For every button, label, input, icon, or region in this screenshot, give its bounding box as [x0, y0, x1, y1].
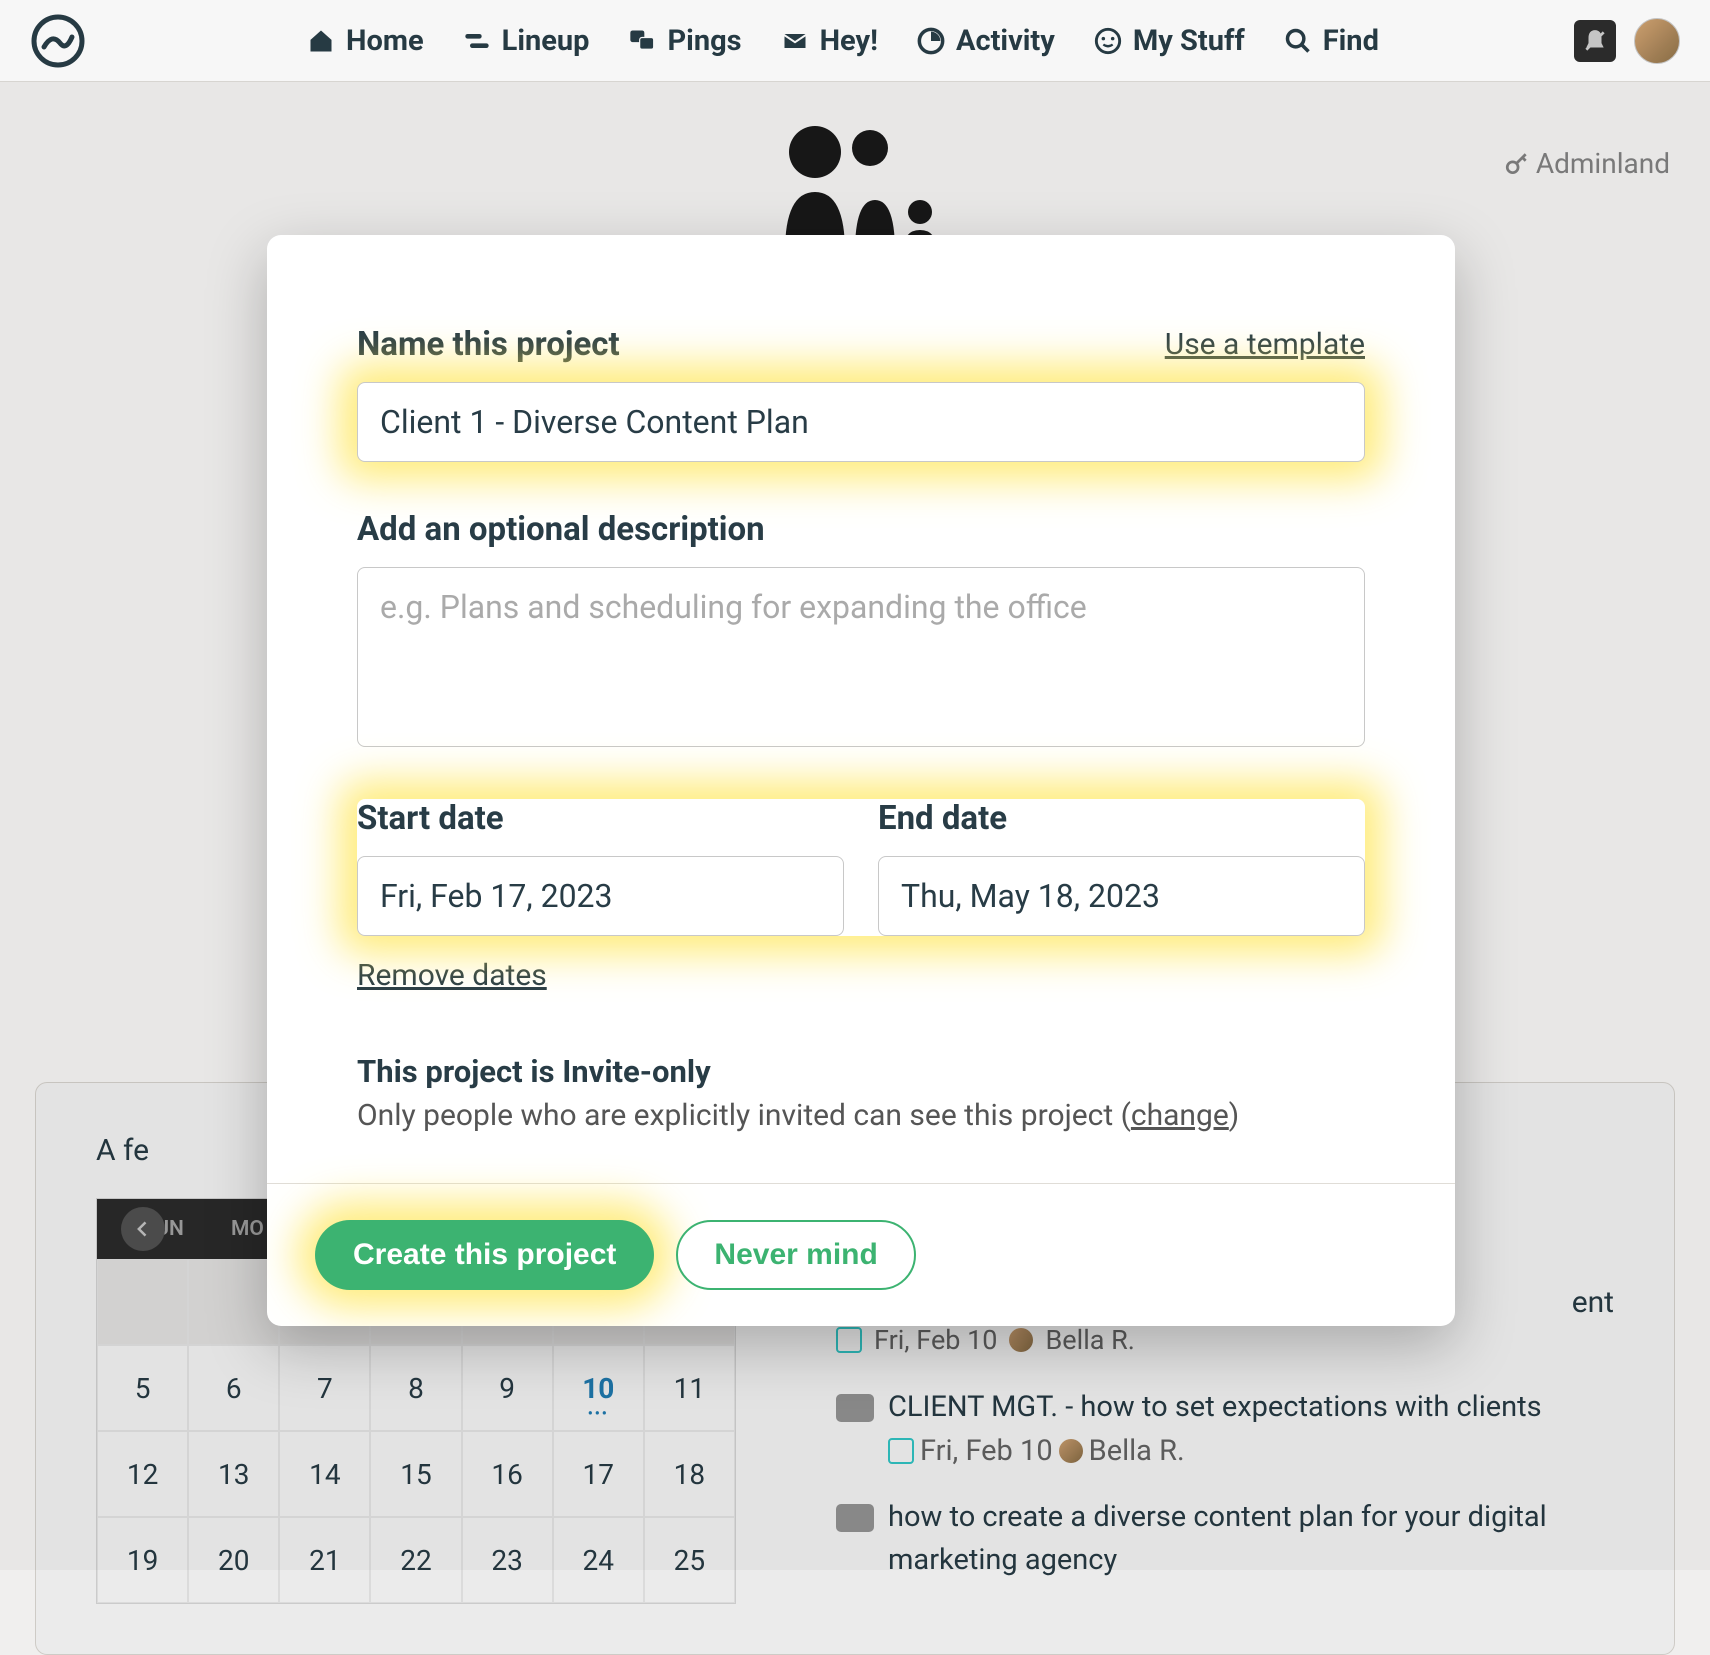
end-date-label: End date [878, 799, 1365, 838]
start-date-label: Start date [357, 799, 844, 838]
end-date-col: End date [878, 799, 1365, 936]
project-name-input[interactable] [357, 382, 1365, 462]
start-date-input[interactable] [357, 856, 844, 936]
remove-dates-link[interactable]: Remove dates [357, 958, 547, 993]
invite-subtitle: Only people who are explicitly invited c… [357, 1098, 1365, 1133]
form-group-dates: Start date End date Remove dates [357, 799, 1365, 993]
name-label: Name this project [357, 325, 620, 364]
description-label: Add an optional description [357, 510, 1365, 549]
change-visibility-link[interactable]: change [1131, 1098, 1229, 1133]
project-description-input[interactable] [357, 567, 1365, 747]
end-date-input[interactable] [878, 856, 1365, 936]
create-project-button[interactable]: Create this project [315, 1220, 654, 1290]
form-group-name: Name this project Use a template [357, 325, 1365, 462]
modal-footer: Create this project Never mind [267, 1183, 1455, 1326]
invite-section: This project is Invite-only Only people … [357, 1053, 1365, 1133]
start-date-col: Start date [357, 799, 844, 936]
cancel-button[interactable]: Never mind [676, 1220, 915, 1290]
form-group-description: Add an optional description [357, 510, 1365, 751]
modal-body: Name this project Use a template Add an … [267, 235, 1455, 1183]
new-project-modal: Name this project Use a template Add an … [267, 235, 1455, 1326]
invite-title: This project is Invite-only [357, 1053, 1365, 1090]
use-template-link[interactable]: Use a template [1165, 327, 1365, 362]
